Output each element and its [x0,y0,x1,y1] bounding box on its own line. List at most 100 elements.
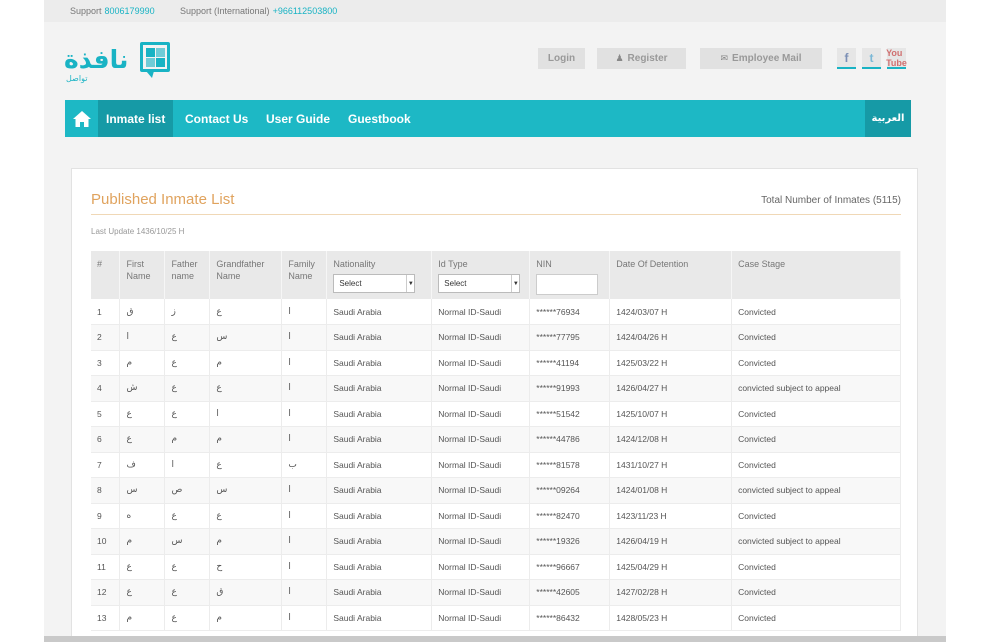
nav-user-guide[interactable]: User Guide [266,100,330,137]
nav-inmate-list[interactable]: Inmate list [98,100,174,137]
cell-family-name: ا [281,426,328,453]
cell-father-name: ع [164,401,211,427]
cell-nin: ******81578 [529,452,611,478]
cell-father-name: م [164,426,211,453]
language-switch[interactable]: العربية [865,100,911,137]
cell-father-name: ع [164,375,211,402]
cell-case-stage: Convicted [731,579,901,606]
cell-family-name: ا [281,554,328,580]
cell-case-stage: convicted subject to appeal [731,528,901,555]
cell-first-name: ع [119,426,166,453]
site-logo[interactable]: نافذة تواصل [64,40,174,86]
title-divider [91,214,901,215]
inmate-list-panel: Published Inmate List Total Number of In… [71,168,918,642]
table-row: 9 ه ع ع ا Saudi Arabia Normal ID-Saudi ******82… [91,503,901,529]
table-row: 11 ع ع ح ا Saudi Arabia Normal ID-Saudi ******9… [91,554,901,580]
support-intl-label: Support (International) [180,6,270,16]
nav-guestbook[interactable]: Guestbook [348,100,411,137]
page-frame: Support 8006179990 Support (International… [44,0,946,642]
table-row: 12 ع ع ق ا Saudi Arabia Normal ID-Saudi ******4… [91,579,901,606]
cell-nationality: Saudi Arabia [326,477,433,504]
cell-nin: ******42605 [529,579,611,606]
cell-nationality: Saudi Arabia [326,605,433,631]
cell-father-name: س [164,528,211,555]
cell-family-name: ا [281,401,328,427]
mail-icon: ✉ [720,53,729,63]
support-number[interactable]: 8006179990 [105,6,155,16]
cell-grandfather-name: م [209,528,283,555]
cell-detention-date: 1424/04/26 H [609,324,733,351]
cell-first-name: ع [119,579,166,606]
cell-family-name: ا [281,528,328,555]
cell-id-type: Normal ID-Saudi [431,426,531,453]
cell-case-stage: Convicted [731,605,901,631]
cell-detention-date: 1424/01/08 H [609,477,733,504]
cell-grandfather-name: س [209,324,283,351]
cell-id-type: Normal ID-Saudi [431,375,531,402]
cell-case-stage: Convicted [731,401,901,427]
cell-first-name: ع [119,554,166,580]
cell-father-name: ع [164,503,211,529]
logo-text: نافذة [64,45,129,74]
support-intl-number[interactable]: +966112503800 [273,6,338,16]
cell-father-name: ع [164,554,211,580]
nationality-select[interactable]: Select ▼ [333,274,416,293]
login-button[interactable]: Login [538,48,585,69]
cell-id-type: Normal ID-Saudi [431,401,531,427]
cell-detention-date: 1424/12/08 H [609,426,733,453]
twitter-icon[interactable]: t [862,48,881,69]
cell-nin: ******51542 [529,401,611,427]
nav-contact-us[interactable]: Contact Us [185,100,248,137]
cell-family-name: ا [281,324,328,351]
register-button[interactable]: ♟ Register [597,48,686,69]
col-grandfather-name: Grandfather Name [209,251,283,299]
cell-grandfather-name: ع [209,299,283,325]
cell-nationality: Saudi Arabia [326,528,433,555]
facebook-icon[interactable]: f [837,48,856,69]
cell-first-name: م [119,528,166,555]
youtube-icon[interactable]: You Tube [886,48,907,69]
logo-subtext: تواصل [66,74,88,83]
cell-family-name: ا [281,477,328,504]
table-row: 5 ع ع ا ا Saudi Arabia Normal ID-Saudi ******51… [91,401,901,427]
cell-row-number: 11 [91,554,121,580]
cell-row-number: 9 [91,503,121,529]
cell-nationality: Saudi Arabia [326,503,433,529]
cell-grandfather-name: ق [209,579,283,606]
col-nin: NIN [529,251,611,299]
inmate-table: # First Name Father name Grandfather Nam… [91,251,901,631]
nationality-header-label: Nationality [333,259,376,269]
cell-case-stage: Convicted [731,350,901,376]
inmate-rows: 1 ق ز ع ا Saudi Arabia Normal ID-Saudi ******76… [91,299,901,631]
cell-row-number: 2 [91,324,121,351]
cell-detention-date: 1423/11/23 H [609,503,733,529]
col-family-name: Family Name [281,251,328,299]
idtype-select[interactable]: Select ▼ [438,274,521,293]
page-title: Published Inmate List [91,191,235,208]
user-icon: ♟ [615,53,624,63]
cell-nin: ******82470 [529,503,611,529]
cell-father-name: ز [164,299,211,325]
cell-first-name: ش [119,375,166,402]
cell-father-name: ع [164,324,211,351]
cell-nationality: Saudi Arabia [326,426,433,453]
cell-nationality: Saudi Arabia [326,299,433,325]
cell-father-name: ع [164,350,211,376]
cell-case-stage: Convicted [731,426,901,453]
cell-first-name: ا [119,324,166,351]
cell-id-type: Normal ID-Saudi [431,579,531,606]
home-icon[interactable] [65,100,98,137]
cell-nin: ******09264 [529,477,611,504]
table-row: 8 س ص س ا Saudi Arabia Normal ID-Saudi ******09… [91,477,901,504]
employee-mail-button[interactable]: ✉ Employee Mail [700,48,822,69]
cell-detention-date: 1431/10/27 H [609,452,733,478]
horizontal-scrollbar[interactable] [44,636,946,642]
nin-search-input[interactable] [536,274,599,295]
register-label: Register [627,53,668,64]
support-bar: Support 8006179990 Support (International… [44,0,946,22]
cell-family-name: ا [281,299,328,325]
cell-first-name: ع [119,401,166,427]
cell-detention-date: 1425/03/22 H [609,350,733,376]
cell-case-stage: Convicted [731,503,901,529]
cell-nin: ******91993 [529,375,611,402]
